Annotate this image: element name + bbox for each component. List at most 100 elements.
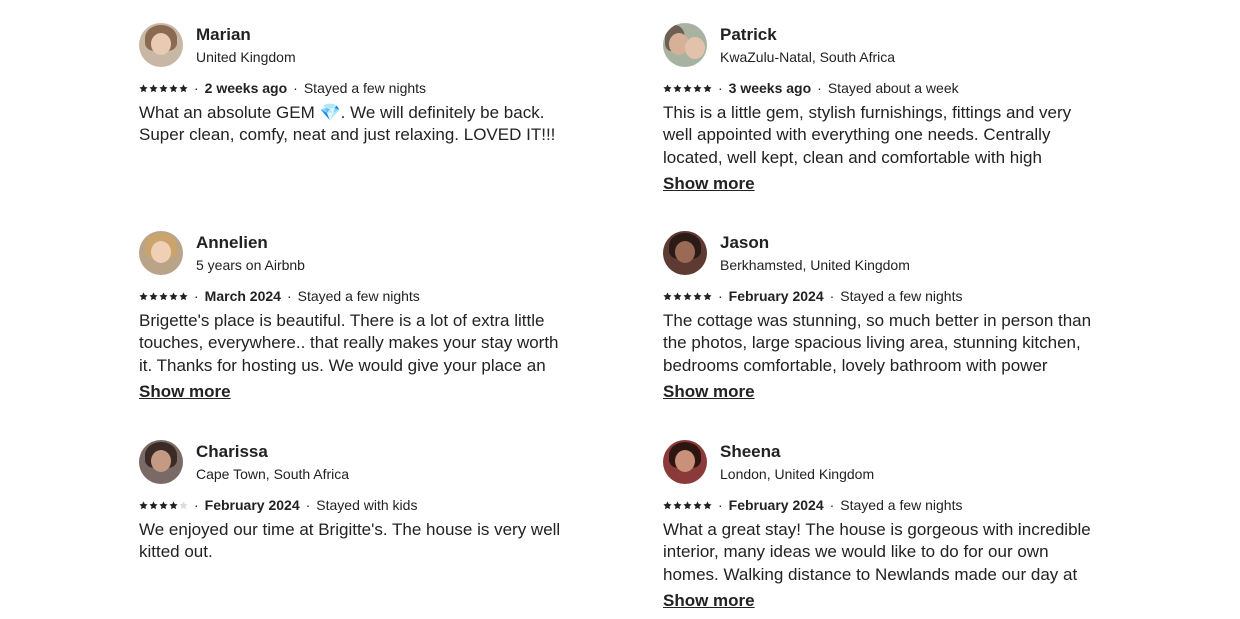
- star-icon: [673, 83, 682, 92]
- review-meta: · 2 weeks ago · Stayed a few nights: [139, 79, 569, 97]
- reviewer-name: Charissa: [196, 441, 268, 461]
- star-icon: [683, 291, 692, 300]
- reviewer-avatar[interactable]: [139, 23, 183, 67]
- review-text: What a great stay! The house is gorgeous…: [663, 520, 1091, 584]
- star-icon: [149, 83, 158, 92]
- separator-dot: ·: [718, 288, 723, 304]
- reviewer-name: Jason: [720, 232, 770, 252]
- review-meta: · February 2024 · Stayed with kids: [139, 496, 569, 514]
- star-icon: [159, 500, 168, 509]
- stay-length: Stayed with kids: [316, 497, 418, 513]
- star-icon: [663, 500, 672, 509]
- separator-dot: ·: [829, 497, 835, 513]
- review-date: February 2024: [728, 288, 824, 304]
- stay-length: Stayed a few nights: [303, 80, 427, 96]
- separator-dot: ·: [286, 288, 292, 304]
- review-text: We enjoyed our time at Brigitte's. The h…: [139, 520, 561, 562]
- star-icon: [179, 500, 188, 509]
- stay-length: Stayed a few nights: [840, 497, 963, 513]
- review-text: The cottage was stunning, so much better…: [663, 311, 1092, 375]
- star-icon: [693, 291, 702, 300]
- separator-dot: ·: [194, 288, 199, 304]
- star-rating: [139, 83, 188, 93]
- star-icon: [139, 500, 148, 509]
- star-icon: [683, 500, 692, 509]
- reviewer-name: Sheena: [720, 441, 781, 461]
- separator-dot: ·: [305, 497, 311, 513]
- star-icon: [693, 500, 702, 509]
- star-icon: [673, 500, 682, 509]
- star-icon: [169, 83, 178, 92]
- reviewer-avatar[interactable]: [663, 440, 707, 484]
- star-icon: [149, 291, 158, 300]
- show-more-button[interactable]: Show more: [663, 591, 755, 611]
- show-more-button[interactable]: Show more: [139, 382, 231, 402]
- reviewer-location: London, United Kingdom: [720, 465, 875, 482]
- star-icon: [169, 291, 178, 300]
- star-icon: [149, 500, 158, 509]
- review-text: What an absolute GEM 💎. We will definite…: [139, 103, 556, 145]
- star-icon: [139, 83, 148, 92]
- star-rating: [139, 291, 188, 301]
- review-date: 3 weeks ago: [728, 80, 812, 96]
- reviewer-location: Berkhamsted, United Kingdom: [720, 256, 910, 273]
- separator-dot: ·: [817, 80, 822, 96]
- star-icon: [179, 291, 188, 300]
- reviewer-location: United Kingdom: [196, 48, 296, 65]
- stay-length: Stayed a few nights: [840, 288, 963, 304]
- reviewer-location: KwaZulu-Natal, South Africa: [720, 48, 896, 65]
- star-icon: [703, 83, 712, 92]
- star-rating: [663, 83, 712, 93]
- review-card: Annelien 5 years on Airbnb · March 2024 …: [139, 231, 569, 401]
- star-icon: [179, 83, 188, 92]
- star-icon: [663, 291, 672, 300]
- star-icon: [683, 83, 692, 92]
- review-card: Charissa Cape Town, South Africa · Febru…: [139, 440, 569, 564]
- separator-dot: ·: [829, 288, 835, 304]
- separator-dot: ·: [194, 497, 199, 513]
- review-card: Sheena London, United Kingdom · February…: [663, 440, 1093, 610]
- star-icon: [703, 291, 712, 300]
- reviewer-avatar[interactable]: [663, 23, 707, 67]
- review-date: March 2024: [204, 288, 281, 304]
- separator-dot: ·: [718, 80, 723, 96]
- star-icon: [139, 291, 148, 300]
- review-meta: · 3 weeks ago · Stayed about a week: [663, 79, 1093, 97]
- separator-dot: ·: [194, 80, 199, 96]
- stay-length: Stayed about a week: [827, 80, 959, 96]
- reviewer-name: Annelien: [196, 232, 268, 252]
- stay-length: Stayed a few nights: [297, 288, 420, 304]
- reviewer-name: Patrick: [720, 24, 777, 44]
- star-rating: [139, 500, 188, 510]
- reviewer-avatar[interactable]: [139, 231, 183, 275]
- show-more-button[interactable]: Show more: [663, 174, 755, 194]
- reviewer-location: 5 years on Airbnb: [196, 256, 305, 273]
- review-meta: · February 2024 · Stayed a few nights: [663, 287, 1093, 305]
- reviewer-location: Cape Town, South Africa: [196, 465, 350, 482]
- review-date: February 2024: [728, 497, 824, 513]
- review-meta: · March 2024 · Stayed a few nights: [139, 287, 569, 305]
- star-icon: [703, 500, 712, 509]
- review-card: Marian United Kingdom · 2 weeks ago · St…: [139, 23, 569, 147]
- review-text: Brigette's place is beautiful. There is …: [139, 311, 559, 375]
- review-text: This is a little gem, stylish furnishing…: [663, 103, 1072, 167]
- show-more-button[interactable]: Show more: [663, 382, 755, 402]
- star-icon: [693, 83, 702, 92]
- star-rating: [663, 500, 712, 510]
- review-date: 2 weeks ago: [204, 80, 288, 96]
- star-icon: [673, 291, 682, 300]
- star-icon: [159, 83, 168, 92]
- star-icon: [159, 291, 168, 300]
- review-card: Jason Berkhamsted, United Kingdom · Febr…: [663, 231, 1093, 401]
- star-icon: [169, 500, 178, 509]
- review-meta: · February 2024 · Stayed a few nights: [663, 496, 1093, 514]
- reviewer-avatar[interactable]: [663, 231, 707, 275]
- separator-dot: ·: [293, 80, 298, 96]
- reviewer-name: Marian: [196, 24, 251, 44]
- review-card: Patrick KwaZulu-Natal, South Africa · 3 …: [663, 23, 1093, 193]
- star-rating: [663, 291, 712, 301]
- reviewer-avatar[interactable]: [139, 440, 183, 484]
- review-date: February 2024: [204, 497, 300, 513]
- separator-dot: ·: [718, 497, 723, 513]
- star-icon: [663, 83, 672, 92]
